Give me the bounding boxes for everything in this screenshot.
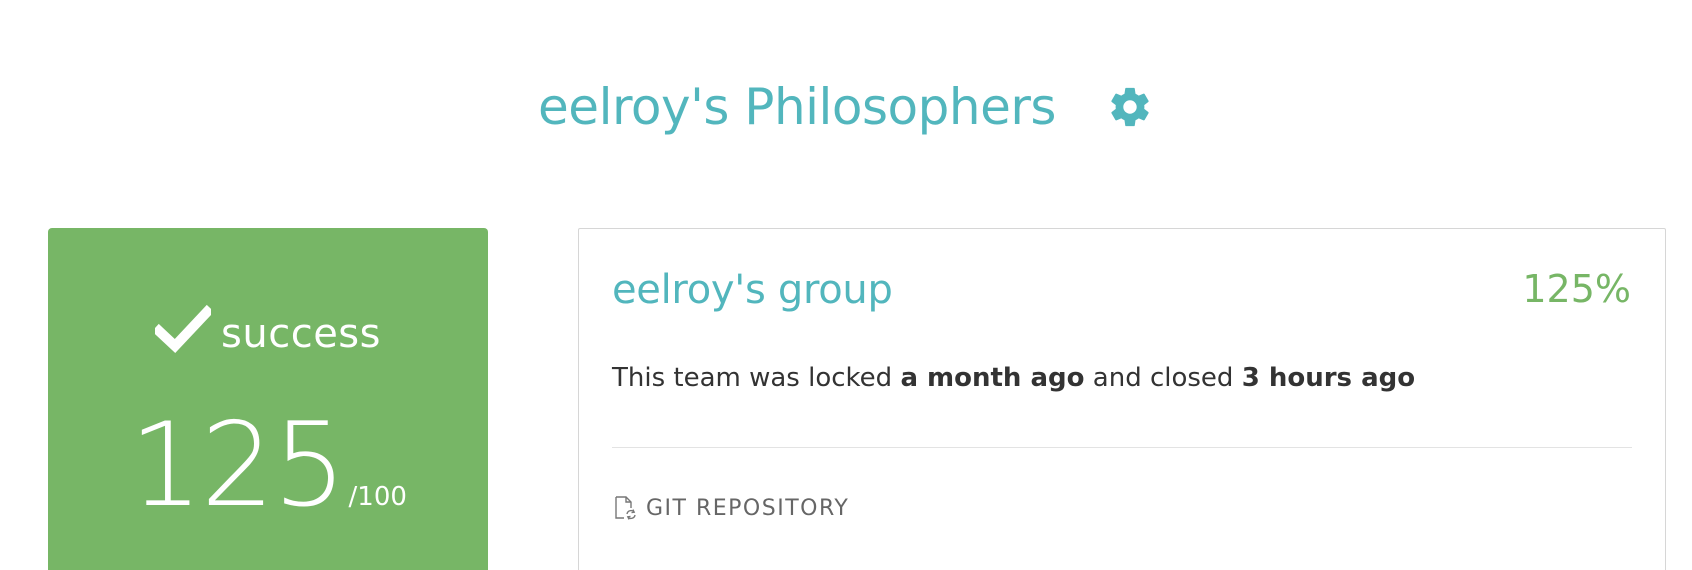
check-icon (155, 304, 212, 354)
score-line: 125 /100 (48, 408, 488, 524)
file-refresh-icon (615, 496, 636, 520)
status-label: success (221, 311, 381, 357)
score-value: 125 (129, 398, 346, 533)
lock-middle: and closed (1084, 363, 1242, 393)
closed-when: 3 hours ago (1241, 363, 1416, 393)
locked-when: a month ago (900, 363, 1085, 393)
gear-icon[interactable] (1106, 83, 1154, 131)
status-card: success 125 /100 (48, 228, 488, 570)
status-line: success (48, 304, 488, 354)
score-max: /100 (348, 482, 407, 512)
team-header: eelroy's Philosophers (0, 78, 1692, 136)
git-repository-link[interactable]: GIT REPOSITORY (612, 495, 849, 521)
group-percent: 125% (1522, 267, 1631, 311)
group-card: eelroy's group 125% This team was locked… (578, 228, 1666, 570)
team-title: eelroy's Philosophers (538, 78, 1056, 136)
lock-status-text: This team was locked a month ago and clo… (612, 363, 1415, 393)
divider (612, 447, 1632, 448)
lock-prefix: This team was locked (612, 363, 901, 393)
group-name[interactable]: eelroy's group (612, 267, 893, 313)
page: eelroy's Philosophers success 125 /100 e… (0, 0, 1692, 570)
git-repository-label: GIT REPOSITORY (646, 495, 850, 521)
